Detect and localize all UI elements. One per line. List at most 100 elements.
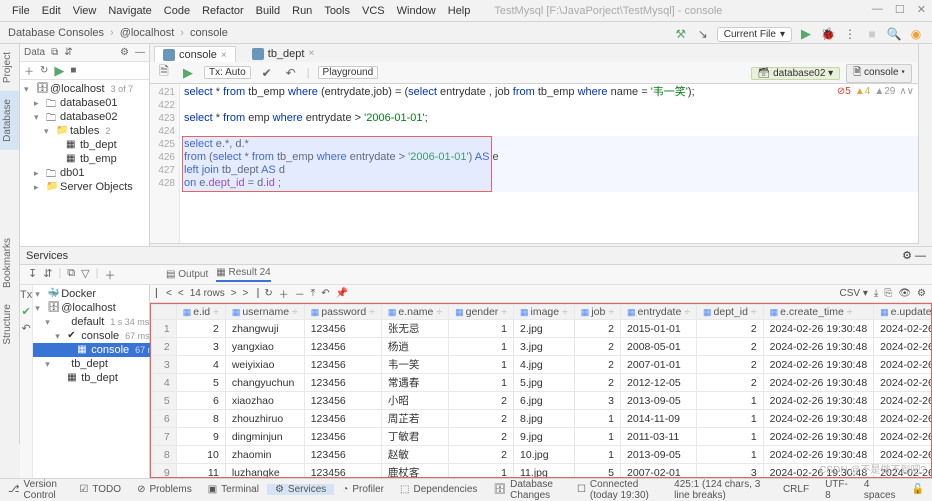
col-header[interactable]: ▦e.name ÷ <box>381 305 448 320</box>
table-row[interactable]: 68zhouzhiruo123456周芷若28.jpg12014-11-0912… <box>152 410 932 428</box>
filter-icon[interactable]: ⧉ <box>51 47 58 58</box>
output-tab[interactable]: ▤ Output <box>166 269 208 280</box>
minimize-icon[interactable]: — <box>872 3 883 16</box>
close-icon[interactable]: × <box>308 48 314 59</box>
terminal-tool[interactable]: ▣ Terminal <box>200 484 267 495</box>
todo-tool[interactable]: ☑ TODO <box>71 484 129 495</box>
table-row[interactable]: 79dingminjun123456丁敏君29.jpg12011-03-1112… <box>152 428 932 446</box>
project-tool[interactable]: Project <box>0 44 19 91</box>
build-icon[interactable]: ⚒ <box>673 26 689 42</box>
table-row[interactable]: 810zhaomin123456赵敏210.jpg12013-09-051202… <box>152 446 932 464</box>
vc-tool[interactable]: ⎇ Version Control <box>0 479 71 501</box>
db-tree-item[interactable]: ▾🗀database02 <box>20 110 149 124</box>
tree-mode-icon[interactable]: ⧉ <box>67 267 75 283</box>
rollback-icon[interactable]: ↶ <box>283 65 299 81</box>
delete-row-icon[interactable]: － <box>295 286 305 301</box>
lock-icon[interactable]: 🔓 <box>904 484 932 495</box>
gear-icon[interactable]: ⚙ <box>120 47 129 58</box>
deps-tool[interactable]: ⬚ Dependencies <box>392 484 485 495</box>
svc-tree-item[interactable]: ▦tb_dept <box>33 371 159 385</box>
filter2-icon[interactable]: ▽ <box>81 267 89 283</box>
col-header[interactable]: ▦image ÷ <box>514 305 575 320</box>
svc-tree-item[interactable]: ▦console67 ms <box>33 343 159 357</box>
editor-tab[interactable]: console× <box>154 46 236 63</box>
col-header[interactable]: ▦gender ÷ <box>449 305 514 320</box>
col-header[interactable]: ▦dept_id ÷ <box>697 305 764 320</box>
add-icon[interactable]: ＋ <box>104 267 115 283</box>
col-header[interactable]: ▦job ÷ <box>574 305 620 320</box>
breadcrumb-seg[interactable]: Database Consoles <box>8 27 104 39</box>
breadcrumb-seg[interactable]: console <box>190 27 228 39</box>
database-tool[interactable]: Database <box>0 91 19 150</box>
console-badge[interactable]: 🗎 console ▾ <box>846 64 912 83</box>
bookmarks-tool[interactable]: Bookmarks <box>0 230 19 296</box>
dbchanges-tool[interactable]: 🗄 Database Changes <box>485 479 569 501</box>
db-tree-item[interactable]: ▾📁tables2 <box>20 124 149 138</box>
cancel-icon[interactable]: ↶ <box>22 322 31 335</box>
menu-build[interactable]: Build <box>250 5 286 17</box>
svc-tree-item[interactable]: ▾default1 s 34 ms <box>33 315 159 329</box>
encoding[interactable]: UTF-8 <box>817 479 856 501</box>
table-row[interactable]: 34weiyixiao123456韦一笑14.jpg22007-01-01220… <box>152 356 932 374</box>
menu-refactor[interactable]: Refactor <box>196 5 250 17</box>
table-row[interactable]: 56xiaozhao123456小昭26.jpg32013-09-0512024… <box>152 392 932 410</box>
col-header[interactable]: ▦username ÷ <box>225 305 304 320</box>
menu-code[interactable]: Code <box>158 5 196 17</box>
pin-icon[interactable]: 📌 <box>336 288 348 299</box>
indent[interactable]: 4 spaces <box>856 479 904 501</box>
sql-editor[interactable]: 421422423424425426427428 select * from t… <box>150 84 918 244</box>
menu-view[interactable]: View <box>67 5 103 17</box>
last-page-icon[interactable]: >⎹ <box>243 288 259 299</box>
execute-icon[interactable]: ▶ <box>180 65 196 81</box>
playground-dropdown[interactable]: Playground <box>318 66 379 79</box>
menu-navigate[interactable]: Navigate <box>102 5 157 17</box>
prev-page-icon[interactable]: < <box>178 288 184 299</box>
db-tree-item[interactable]: ▾🗄@localhost3 of 7 <box>20 82 149 96</box>
profiler-tool[interactable]: ◔ Profiler <box>334 484 392 495</box>
col-header[interactable]: ▦password ÷ <box>304 305 381 320</box>
menu-help[interactable]: Help <box>442 5 477 17</box>
table-row[interactable]: 12zhangwuji123456张无忌12.jpg22015-01-01220… <box>152 320 932 338</box>
result-grid[interactable]: ▦e.id ÷▦username ÷▦password ÷▦e.name ÷▦g… <box>150 303 932 478</box>
col-header[interactable]: ▦e.update_time ÷ <box>874 305 932 320</box>
menu-file[interactable]: File <box>6 5 36 17</box>
first-page-icon[interactable]: ⎸< <box>156 288 172 299</box>
stop-icon[interactable]: ■ <box>864 26 880 42</box>
close-icon[interactable]: × <box>221 50 227 61</box>
col-header[interactable]: ▦e.id ÷ <box>176 305 225 320</box>
add-row-icon[interactable]: ＋ <box>279 286 289 301</box>
db-tree-item[interactable]: ▦tb_emp <box>20 152 149 166</box>
view-icon[interactable]: 👁 <box>898 288 911 299</box>
database-tree[interactable]: ▾🗄@localhost3 of 7▸🗀database01▾🗀database… <box>20 80 149 196</box>
maximize-icon[interactable]: ☐ <box>895 3 905 16</box>
structure-tool[interactable]: Structure <box>0 296 19 353</box>
refresh-icon[interactable]: ↻ <box>40 65 48 76</box>
export-format[interactable]: CSV ▾ <box>840 288 868 299</box>
menu-vcs[interactable]: VCS <box>356 5 391 17</box>
tx-mode-dropdown[interactable]: Tx: Auto <box>204 66 251 79</box>
svc-tree-item[interactable]: ▾tb_dept <box>33 357 159 371</box>
db-schema-badge[interactable]: 🗃 database02 ▾ <box>751 67 841 80</box>
debug-icon[interactable]: 🐞 <box>820 26 836 42</box>
services-tree[interactable]: ▾🐳Docker▾🗄@localhost▾default1 s 34 ms▾✔c… <box>33 285 159 478</box>
menu-window[interactable]: Window <box>391 5 442 17</box>
breadcrumb-seg[interactable]: @localhost <box>120 27 175 39</box>
commit-icon[interactable]: ⤒ <box>311 288 315 299</box>
settings-icon[interactable]: ⚙ <box>917 288 926 299</box>
commit-icon[interactable]: ✔ <box>259 65 275 81</box>
editor-tab[interactable]: tb_dept× <box>244 46 323 64</box>
expand-icon[interactable]: ⇵ <box>64 47 72 58</box>
expand-all-icon[interactable]: ⇵ <box>43 267 52 283</box>
svc-tree-item[interactable]: ▾🐳Docker <box>33 287 159 301</box>
svc-tree-item[interactable]: ▾🗄@localhost <box>33 301 159 315</box>
check-icon[interactable]: ✔ <box>22 305 31 318</box>
inspection-widget[interactable]: ⊘5 ▲4 ▲29 ∧∨ <box>837 86 914 97</box>
export-icon[interactable]: ⤓ <box>874 288 878 299</box>
filter-icon[interactable]: ↧ <box>28 267 37 283</box>
line-sep[interactable]: CRLF <box>775 484 817 495</box>
menu-tools[interactable]: Tools <box>318 5 356 17</box>
menu-edit[interactable]: Edit <box>36 5 67 17</box>
next-page-icon[interactable]: > <box>231 288 237 299</box>
db-tree-item[interactable]: ▸🗀database01 <box>20 96 149 110</box>
editor-content[interactable]: select * from tb_emp where (entrydate,jo… <box>180 84 918 243</box>
